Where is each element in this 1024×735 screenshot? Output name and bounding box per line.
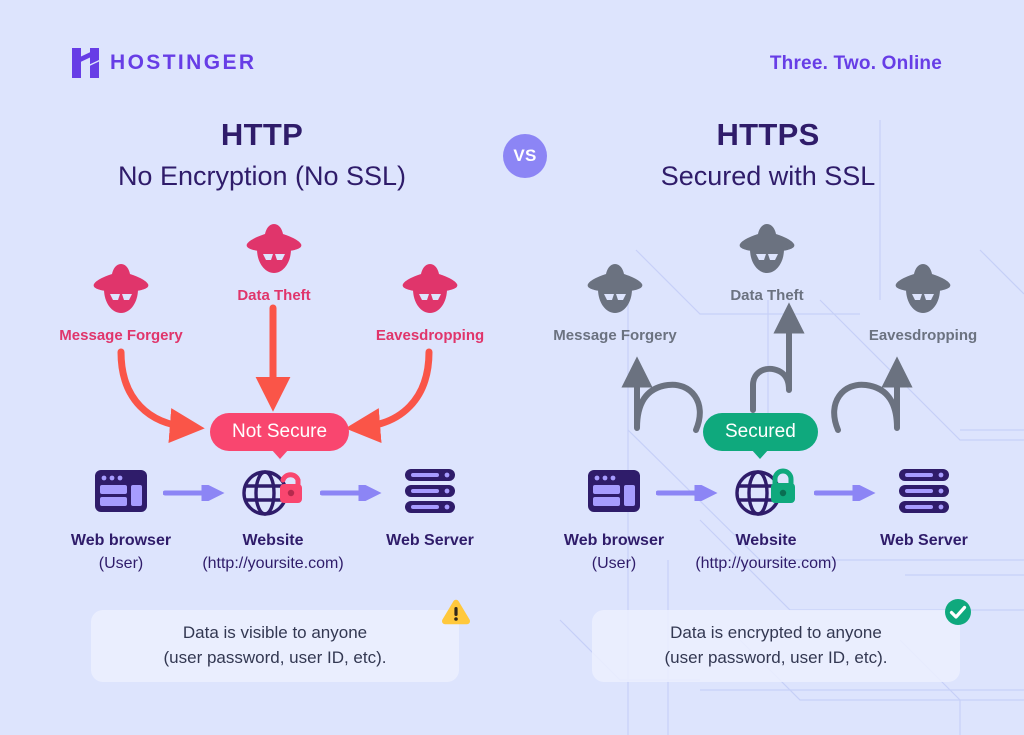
threat-label: Message Forgery	[59, 327, 183, 344]
node-http-web-server: Web Server	[345, 462, 515, 555]
web-server-icon	[899, 469, 949, 513]
node-icon	[36, 462, 206, 520]
node-label-line1: Website	[242, 532, 304, 549]
web-browser-icon	[588, 470, 640, 512]
vs-badge: VS	[503, 134, 547, 178]
node-icon	[681, 462, 851, 520]
threat-http-message-forgery: Message Forgery	[41, 262, 201, 344]
hacker-mask-icon	[587, 264, 643, 313]
node-label-line1: Web browser	[563, 532, 665, 549]
hacker-mask-icon	[93, 264, 149, 313]
http-heading: HTTP	[220, 117, 304, 152]
node-https-website: Website (http://yoursite.com)	[681, 462, 851, 573]
hacker-mask-icon	[739, 224, 795, 273]
column-title-http: HTTP No Encryption (No SSL)	[46, 117, 478, 192]
threat-label: Eavesdropping	[868, 327, 978, 344]
node-label-line2: (http://yoursite.com)	[202, 555, 344, 572]
web-server-icon	[405, 469, 455, 513]
node-label-line1: Web Server	[386, 532, 474, 549]
note-line2: (user password, user ID, etc).	[664, 648, 888, 667]
node-https-web-server: Web Server	[839, 462, 1009, 555]
threat-label: Message Forgery	[553, 327, 677, 344]
node-http-web-browser: Web browser (User)	[36, 462, 206, 573]
brand-logo[interactable]: HOSTINGER	[72, 48, 256, 78]
hacker-mask-icon	[895, 264, 951, 313]
closed-padlock-icon	[771, 468, 795, 503]
node-label-line2: (User)	[591, 555, 637, 572]
node-http-website: Website (http://yoursite.com)	[188, 462, 358, 573]
open-padlock-icon	[280, 472, 302, 503]
brand-name: HOSTINGER	[110, 51, 257, 74]
node-label-line1: Web browser	[70, 532, 172, 549]
node-label-line1: Web Server	[880, 532, 968, 549]
brand-tagline: Three. Two. Online	[769, 53, 942, 74]
threat-label: Data Theft	[730, 287, 804, 304]
status-badge-secured: Secured	[703, 413, 818, 451]
http-subheading: No Encryption (No SSL)	[117, 161, 407, 192]
node-icon	[345, 462, 515, 520]
note-line1: Data is encrypted to anyone	[670, 623, 882, 643]
node-icon	[839, 462, 1009, 520]
note-http-data-visible: Data is visible to anyone (user password…	[91, 610, 459, 682]
note-line2: (user password, user ID, etc).	[163, 648, 387, 667]
note-https-data-encrypted: Data is encrypted to anyone (user passwo…	[592, 610, 960, 682]
threat-https-eavesdropping: Eavesdropping	[843, 262, 1003, 344]
status-badge-label: Secured	[725, 421, 796, 442]
threat-http-data-theft: Data Theft	[204, 222, 344, 304]
status-badge-label: Not Secure	[232, 421, 328, 442]
node-https-web-browser: Web browser (User)	[529, 462, 699, 573]
node-icon	[529, 462, 699, 520]
infographic-canvas: HOSTINGER Three. Two. Online HTTP No Enc…	[0, 0, 1024, 735]
globe-unlocked-icon	[242, 470, 302, 516]
threat-https-data-theft: Data Theft	[697, 222, 837, 304]
globe-locked-icon	[735, 468, 795, 516]
note-line1: Data is visible to anyone	[182, 623, 368, 643]
hacker-mask-icon	[402, 264, 458, 313]
node-label-line1: Website	[735, 532, 797, 549]
check-circle-icon	[945, 599, 971, 625]
web-browser-icon	[95, 470, 147, 512]
hostinger-h-icon	[72, 48, 99, 78]
column-title-https: HTTPS Secured with SSL	[552, 117, 984, 192]
threat-label: Data Theft	[237, 287, 311, 304]
node-icon	[188, 462, 358, 520]
hacker-mask-icon	[246, 224, 302, 273]
https-subheading: Secured with SSL	[660, 161, 876, 192]
https-heading: HTTPS	[716, 117, 820, 152]
warning-triangle-icon	[441, 599, 471, 625]
node-label-line2: (http://yoursite.com)	[695, 555, 837, 572]
threat-https-message-forgery: Message Forgery	[535, 262, 695, 344]
node-label-line2: (User)	[98, 555, 144, 572]
status-badge-not-secure: Not Secure	[210, 413, 350, 451]
threat-label: Eavesdropping	[375, 327, 485, 344]
threat-http-eavesdropping: Eavesdropping	[350, 262, 510, 344]
